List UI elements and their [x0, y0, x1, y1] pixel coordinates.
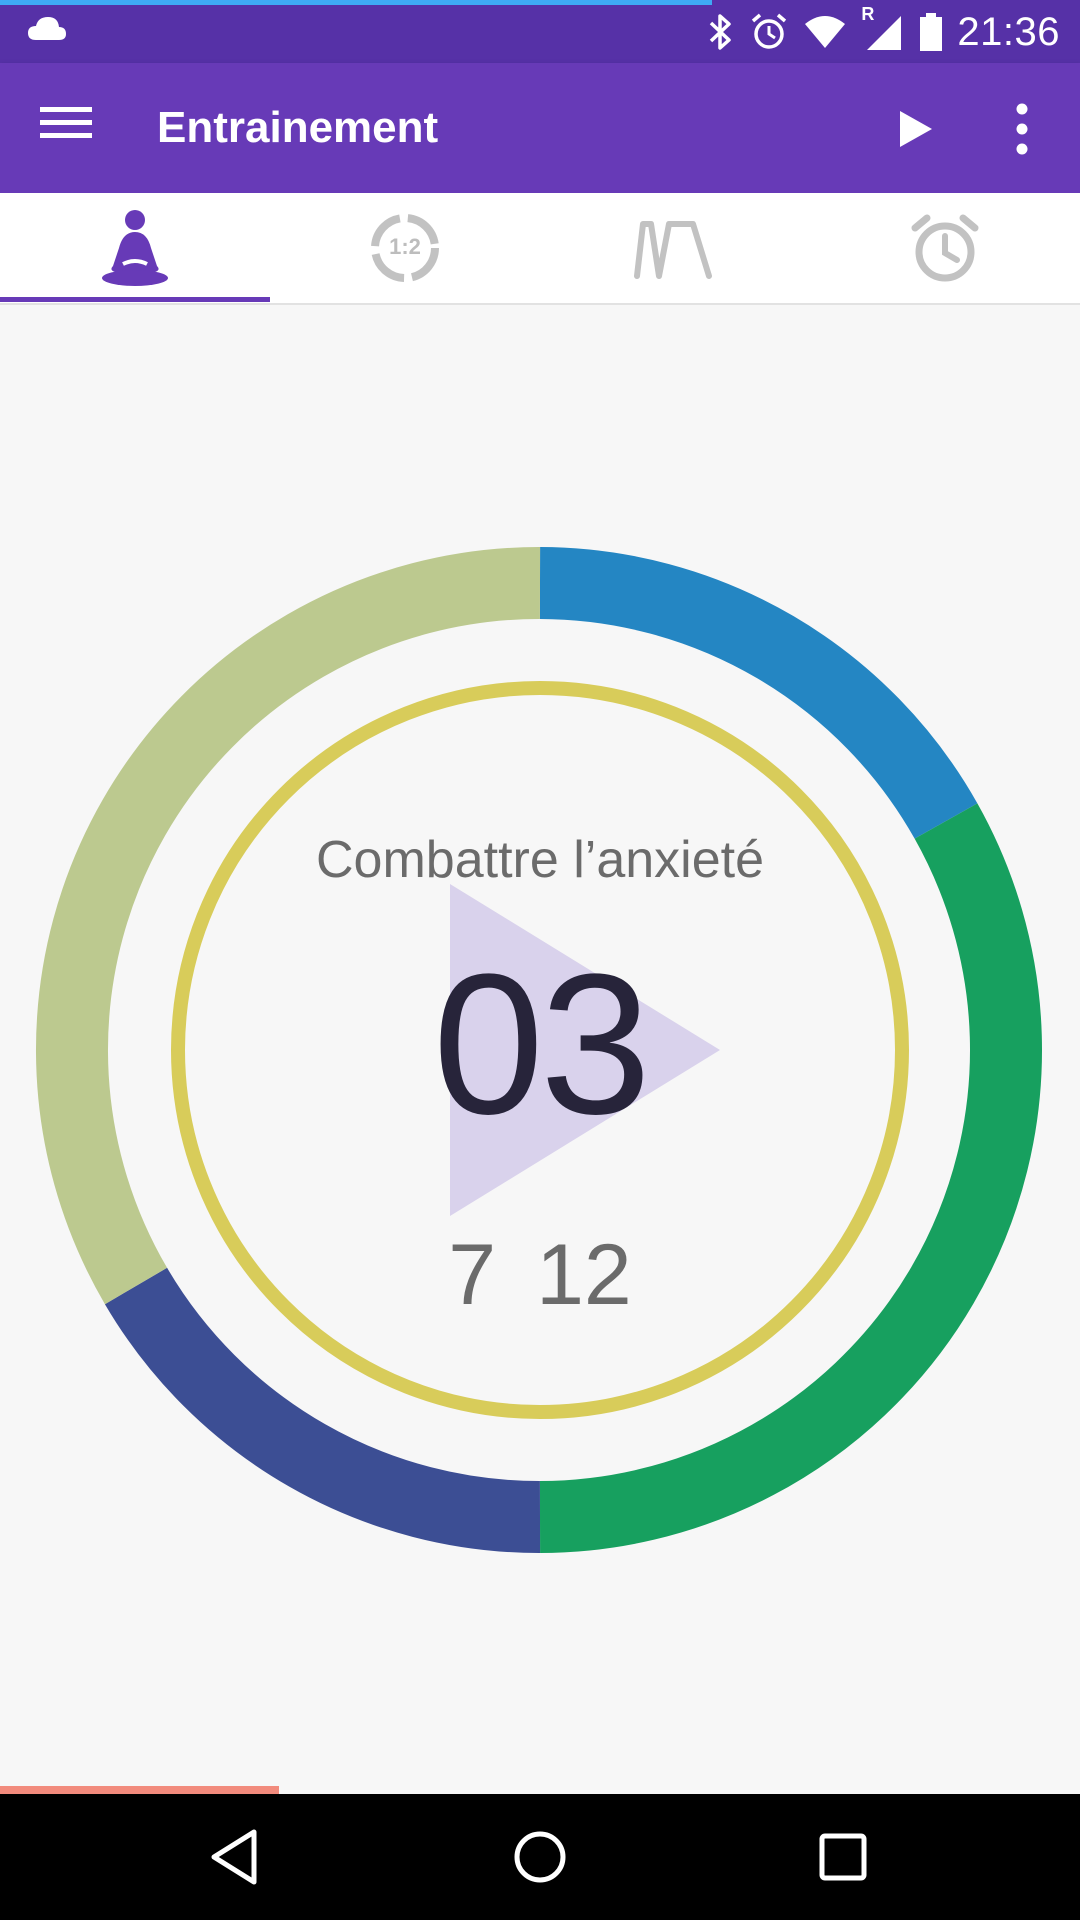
- bluetooth-icon: [710, 14, 732, 50]
- breathing-pattern-icon: [634, 221, 712, 279]
- meditation-icon: [102, 210, 168, 286]
- ratio-label: 1:2: [389, 234, 421, 259]
- tab-meditation[interactable]: [0, 193, 270, 303]
- phase-counter: 03: [432, 933, 651, 1156]
- selected-tab-indicator: [0, 297, 270, 302]
- menu-icon: [40, 107, 92, 138]
- tab-breathing-pattern[interactable]: [540, 193, 810, 303]
- cycle-values: 7 12: [420, 1225, 660, 1325]
- signal-roaming-icon: R: [861, 4, 905, 52]
- exercise-name: Combattre l’anxieté: [316, 831, 764, 889]
- ring-segment-right: [539, 803, 1042, 1553]
- home-button[interactable]: [507, 1824, 573, 1890]
- back-icon: [211, 1829, 257, 1885]
- cycle-value-current: 7: [448, 1227, 497, 1323]
- menu-button[interactable]: [40, 103, 104, 153]
- battery-icon: [920, 13, 943, 51]
- alarm-clock-icon: [911, 214, 979, 282]
- cycle-value-total: 12: [536, 1227, 632, 1323]
- session-progress-bar: [0, 1786, 279, 1794]
- tab-ratio[interactable]: 1:2: [270, 193, 540, 303]
- tab-bar: 1:2: [0, 193, 1080, 305]
- recents-button[interactable]: [810, 1824, 876, 1890]
- status-progress-line: [0, 0, 712, 5]
- roaming-mark: R: [861, 4, 875, 24]
- tab-alarm[interactable]: [810, 193, 1080, 303]
- start-button[interactable]: [888, 103, 940, 155]
- home-icon: [514, 1831, 566, 1883]
- ring-segment-top-right: [539, 547, 978, 839]
- recents-icon: [819, 1833, 867, 1881]
- app-title: Entrainement: [157, 103, 439, 152]
- status-right: R 21:36: [707, 4, 1060, 56]
- alarm-icon: [752, 13, 787, 49]
- play-icon: [900, 111, 932, 147]
- ratio-timer-icon: 1:2: [369, 212, 441, 284]
- wifi-icon: [805, 16, 846, 48]
- back-button[interactable]: [202, 1824, 268, 1890]
- more-options-button[interactable]: [1000, 101, 1044, 157]
- cloud-icon: [28, 17, 66, 40]
- app-bar: Entrainement: [0, 63, 1080, 193]
- status-time: 21:36: [957, 9, 1060, 54]
- status-left: [26, 14, 68, 49]
- system-nav-bar: [0, 1794, 1080, 1920]
- more-vertical-icon: [1016, 103, 1028, 155]
- status-bar: R 21:36: [0, 0, 1080, 63]
